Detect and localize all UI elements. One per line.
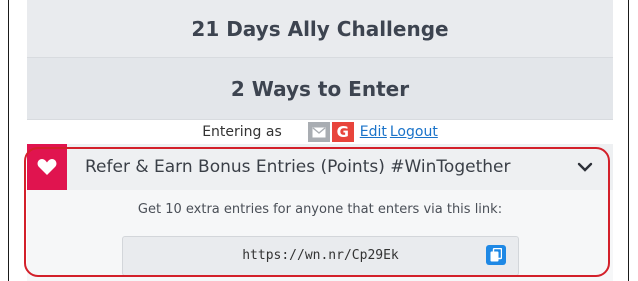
page-left-border [8,0,9,281]
title-band: 21 Days Ally Challenge [27,0,613,58]
contest-widget: 21 Days Ally Challenge 2 Ways to Enter E… [27,0,613,281]
page-right-border [628,0,629,281]
refer-entry-title: Refer & Earn Bonus Entries (Points) #Win… [85,157,511,177]
chevron-down-icon[interactable] [577,159,593,175]
google-icon: G [331,122,354,142]
referral-url[interactable]: https://wn.nr/Cp29Ek [123,248,518,263]
refer-entry-card: Refer & Earn Bonus Entries (Points) #Win… [27,144,613,281]
copy-icon[interactable] [486,245,506,265]
mail-icon [307,122,330,142]
referral-link-box[interactable]: https://wn.nr/Cp29Ek [122,236,519,276]
logout-link[interactable]: Logout [390,124,438,140]
ways-band: 2 Ways to Enter [27,58,613,120]
refer-entry-header[interactable]: Refer & Earn Bonus Entries (Points) #Win… [27,144,613,190]
ways-to-enter-heading: 2 Ways to Enter [230,76,410,101]
refer-entry-description: Get 10 extra entries for anyone that ent… [137,202,503,217]
entering-as-row: Entering as G Edit Logout [27,120,613,144]
heart-icon [27,144,67,190]
entering-as-label: Entering as [202,124,282,140]
edit-link[interactable]: Edit [360,124,387,140]
contest-title: 21 Days Ally Challenge [191,16,449,41]
